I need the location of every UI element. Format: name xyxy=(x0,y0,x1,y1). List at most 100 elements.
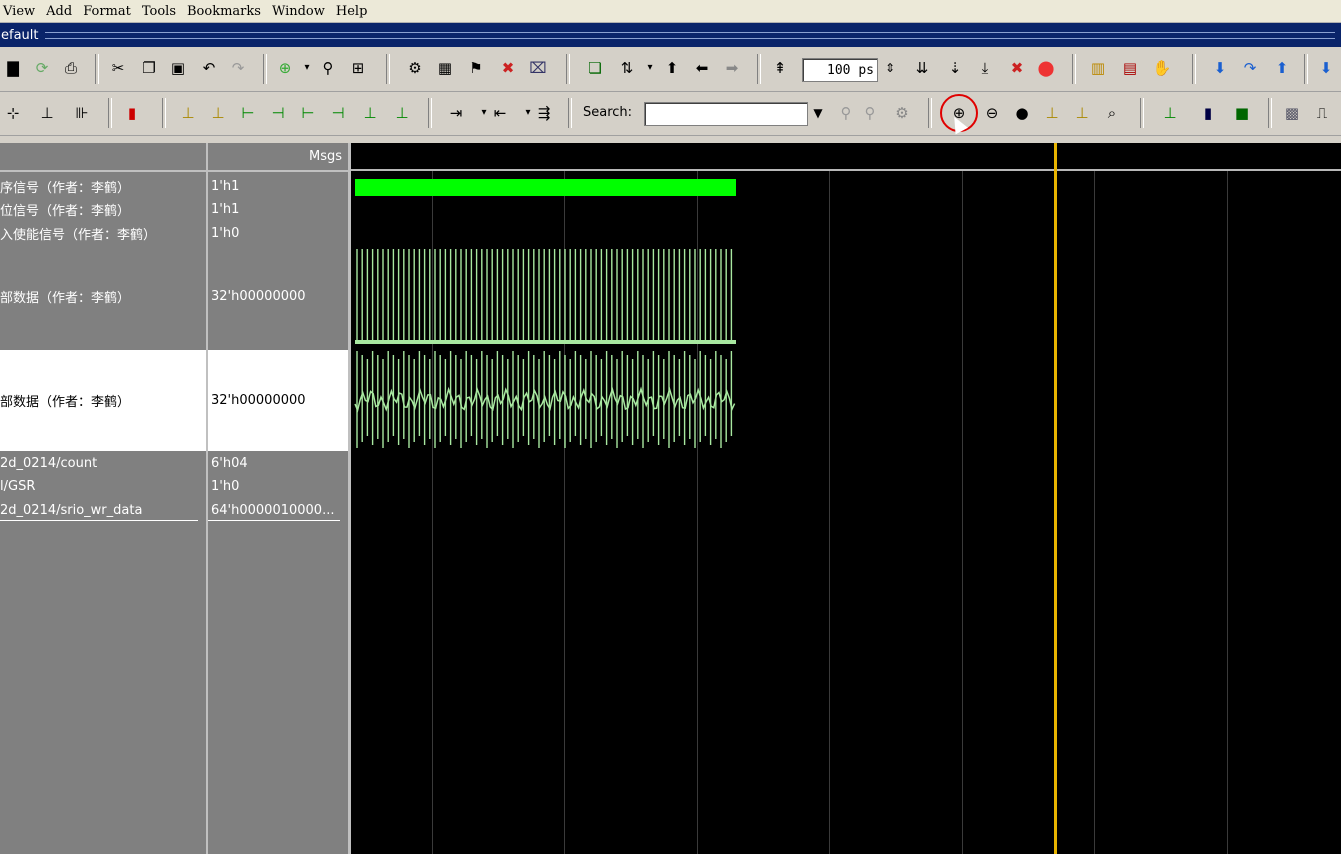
insert-signal-icon[interactable]: ⇥ xyxy=(446,103,466,123)
edge-find-1-icon[interactable]: ⊥ xyxy=(178,103,198,123)
search-options-icon[interactable]: ⚙ xyxy=(892,103,912,123)
search-prev-icon[interactable]: ⚲ xyxy=(836,103,856,123)
breakpoint-icon[interactable]: ▮ xyxy=(122,103,142,123)
break-icon[interactable]: ✖ xyxy=(498,58,518,78)
menu-format[interactable]: Format xyxy=(80,4,139,19)
run-length-spinner-icon[interactable]: ⇕ xyxy=(880,58,900,78)
edge-find-4-icon[interactable]: ⊣ xyxy=(268,103,288,123)
save-icon[interactable]: ▇ xyxy=(3,58,23,78)
signal-row[interactable]: 位信号（作者：李鹤） xyxy=(0,199,206,219)
insert-cursor-icon[interactable]: ⊥ xyxy=(1160,103,1180,123)
run-icon[interactable]: ⇊ xyxy=(912,58,932,78)
wave-format-2-icon[interactable]: ■ xyxy=(1232,103,1252,123)
separator xyxy=(1140,98,1144,128)
toolbar-row-2: ⊹ ⊥ ⊪ ▮ ⊥ ⊥ ⊢ ⊣ ⊢ ⊣ ⊥ ⊥ ⇥ ▾ ⇤ ▾ ⇶ Search… xyxy=(0,92,1341,136)
menu-window[interactable]: Window xyxy=(269,4,333,19)
edge-find-3-icon[interactable]: ⊢ xyxy=(238,103,258,123)
search-next-icon[interactable]: ⚲ xyxy=(860,103,880,123)
signal-row[interactable]: 部数据（作者：李鹤） xyxy=(0,244,206,349)
signal-row[interactable]: 2d_0214/count xyxy=(0,453,206,473)
zoom-out-icon[interactable]: ⊖ xyxy=(982,103,1002,123)
separator xyxy=(95,54,99,84)
step-into-icon[interactable]: ⬇ xyxy=(1210,58,1230,78)
cut-icon[interactable]: ✂ xyxy=(108,58,128,78)
paste-icon[interactable]: ▣ xyxy=(168,58,188,78)
up-arrow-icon[interactable]: ⬆ xyxy=(662,58,682,78)
step-out-icon[interactable]: ⬆ xyxy=(1272,58,1292,78)
stop-icon[interactable]: ⬤ xyxy=(1036,58,1056,78)
run-length-input[interactable]: 100 ps xyxy=(802,58,878,82)
continue-run-icon[interactable]: ⇣ xyxy=(945,58,965,78)
names-header xyxy=(0,143,206,172)
structure-icon[interactable]: ⊞ xyxy=(348,58,368,78)
restart-icon[interactable]: ⇞ xyxy=(770,58,790,78)
msgs-header: Msgs xyxy=(208,143,348,172)
compile-icon[interactable]: ⚙ xyxy=(405,58,425,78)
signal-name: 部数据（作者：李鹤） xyxy=(0,395,131,410)
step-over-icon[interactable]: ↷ xyxy=(1240,58,1260,78)
add-wave-icon[interactable]: ⊕ xyxy=(275,58,295,78)
search-label: Search: xyxy=(583,105,633,120)
wave-window-titlebar[interactable]: efault xyxy=(0,23,1341,47)
wave-format-1-icon[interactable]: ▮ xyxy=(1198,103,1218,123)
split-icon[interactable]: ⊪ xyxy=(72,103,92,123)
zoom-cursor-icon[interactable]: ⊥ xyxy=(1042,103,1062,123)
time-cursor[interactable] xyxy=(1054,143,1057,854)
signal-row[interactable]: 2d_0214/srio_wr_data xyxy=(0,500,198,521)
menu-tools[interactable]: Tools xyxy=(139,4,184,19)
menu-add[interactable]: Add xyxy=(43,4,80,19)
signal-row[interactable]: 入使能信号（作者：李鹤） xyxy=(0,223,206,243)
edge-find-6-icon[interactable]: ⊣ xyxy=(328,103,348,123)
reload-icon[interactable]: ⟳ xyxy=(32,58,52,78)
simulate-icon[interactable]: ⚑ xyxy=(466,58,486,78)
dataflow-icon[interactable]: ⇅ xyxy=(617,58,637,78)
edge-find-5-icon[interactable]: ⊢ xyxy=(298,103,318,123)
signal-row[interactable]: l/GSR xyxy=(0,476,206,496)
compile-all-icon[interactable]: ▦ xyxy=(435,58,455,78)
edge-find-2-icon[interactable]: ⊥ xyxy=(208,103,228,123)
signal-row[interactable]: 序信号（作者：李鹤） xyxy=(0,176,206,196)
print-icon[interactable]: ⎙ xyxy=(61,58,81,78)
wave-format-4-icon[interactable]: ⎍ xyxy=(1312,103,1332,123)
separator xyxy=(428,98,432,128)
edge-find-8-icon[interactable]: ⊥ xyxy=(392,103,412,123)
new-window-icon[interactable]: ❏ xyxy=(585,58,605,78)
find-icon[interactable]: ⚲ xyxy=(318,58,338,78)
menu-view[interactable]: View xyxy=(0,4,43,19)
bus-icon[interactable]: ⊥ xyxy=(37,103,57,123)
dropdown-arrow-icon[interactable]: ▾ xyxy=(297,58,317,78)
separator xyxy=(1304,54,1308,84)
forward-arrow-icon[interactable]: ➡ xyxy=(722,58,742,78)
break-run-icon[interactable]: ✖ xyxy=(1007,58,1027,78)
separator xyxy=(1192,54,1196,84)
waveform-pane[interactable] xyxy=(351,143,1341,854)
search-input[interactable] xyxy=(644,102,808,126)
menu-help[interactable]: Help xyxy=(333,4,376,19)
wave-baseline xyxy=(355,340,736,344)
wave-format-3-icon[interactable]: ▩ xyxy=(1282,103,1302,123)
insert-group-icon[interactable]: ⇶ xyxy=(534,103,554,123)
hand-icon[interactable]: ✋ xyxy=(1152,58,1172,78)
step-icon[interactable]: ⬇ xyxy=(1316,58,1336,78)
signal-row-selected[interactable]: 部数据（作者：李鹤） xyxy=(0,350,206,451)
zoom-area-icon[interactable]: ⌕ xyxy=(1102,103,1122,123)
dropdown-arrow-icon[interactable]: ▾ xyxy=(640,58,660,78)
copy-icon[interactable]: ❐ xyxy=(139,58,159,78)
performance-icon[interactable]: ▥ xyxy=(1088,58,1108,78)
expand-icon[interactable]: ⊹ xyxy=(3,103,23,123)
zoom-range-icon[interactable]: ⊥ xyxy=(1072,103,1092,123)
signal-name: 2d_0214/srio_wr_data xyxy=(0,502,143,518)
insert-divider-icon[interactable]: ⇤ xyxy=(490,103,510,123)
run-all-icon[interactable]: ⤓ xyxy=(975,58,995,78)
search-dropdown-icon[interactable]: ▼ xyxy=(808,103,828,123)
edge-find-7-icon[interactable]: ⊥ xyxy=(360,103,380,123)
redo-icon[interactable]: ↷ xyxy=(228,58,248,78)
undo-icon[interactable]: ↶ xyxy=(199,58,219,78)
back-arrow-icon[interactable]: ⬅ xyxy=(692,58,712,78)
signal-value: 1'h1 xyxy=(211,178,240,194)
menu-bookmarks[interactable]: Bookmarks xyxy=(184,4,269,19)
signal-value-selected: 32'h00000000 xyxy=(208,350,348,451)
memory-profile-icon[interactable]: ▤ xyxy=(1120,58,1140,78)
edit-breakpoints-icon[interactable]: ⌧ xyxy=(528,58,548,78)
zoom-full-icon[interactable]: ● xyxy=(1012,103,1032,123)
